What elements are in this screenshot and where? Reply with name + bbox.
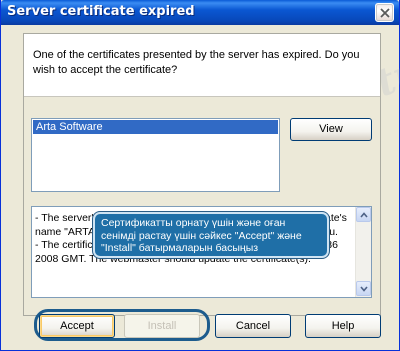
details-scrollbar[interactable] xyxy=(355,207,371,297)
help-button[interactable]: Help xyxy=(305,314,381,338)
prompt-area: One of the certificates presented by the… xyxy=(24,34,380,97)
install-button[interactable]: Install xyxy=(124,314,200,338)
dialog-content-panel: One of the certificates presented by the… xyxy=(23,33,381,316)
view-button[interactable]: View xyxy=(290,118,372,141)
certificate-dialog: Server certificate expired Stud.kz - Stu… xyxy=(0,0,400,351)
certificate-list-item[interactable]: Arta Software xyxy=(33,120,278,134)
window-title: Server certificate expired xyxy=(7,4,195,19)
instruction-tooltip: Сертификатты орнату үшін және оған сенім… xyxy=(93,212,329,258)
certificate-list[interactable]: Arta Software xyxy=(31,118,280,192)
scroll-down-button[interactable] xyxy=(356,281,371,296)
cancel-button[interactable]: Cancel xyxy=(215,314,291,338)
scroll-up-button[interactable] xyxy=(356,207,371,222)
prompt-text: One of the certificates presented by the… xyxy=(33,49,360,76)
close-button[interactable] xyxy=(375,3,394,22)
chevron-down-icon xyxy=(360,286,368,292)
chevron-up-icon xyxy=(360,212,368,218)
title-bar[interactable]: Server certificate expired xyxy=(1,0,399,25)
close-icon xyxy=(380,8,390,18)
accept-button[interactable]: Accept xyxy=(39,314,115,338)
